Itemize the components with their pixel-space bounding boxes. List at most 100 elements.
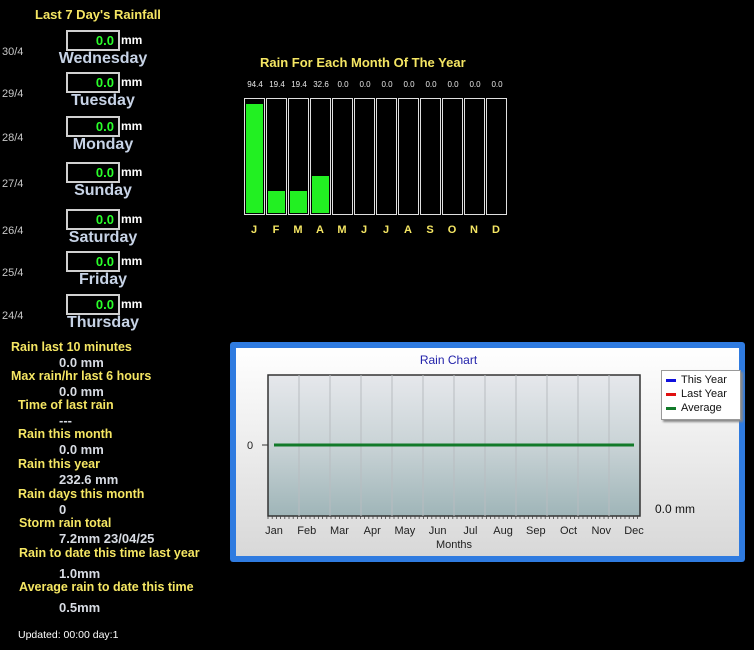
rain-chart-background: Rain Chart Jan Feb Mar Apr May Jun Jul Aug Sep Oc… bbox=[236, 348, 741, 556]
month-bar-value-label: 19.4 bbox=[291, 80, 307, 89]
stat-value: 0.0 mm bbox=[59, 442, 104, 457]
month-bar-value-label: 0.0 bbox=[425, 80, 437, 89]
legend-entry: This Year bbox=[666, 374, 727, 387]
day-name: Saturday bbox=[68, 229, 138, 246]
day-name: Sunday bbox=[74, 182, 132, 199]
day-name: Tuesday bbox=[71, 92, 135, 109]
weekly-title: Last 7 Day's Rainfall bbox=[35, 7, 161, 22]
x-tick-label: May bbox=[395, 525, 416, 537]
month-letter: M bbox=[293, 224, 303, 236]
stat-label: Rain days this month bbox=[18, 487, 145, 501]
day-rain-unit: mm bbox=[121, 254, 143, 268]
month-letter: A bbox=[316, 224, 324, 236]
month-letter: N bbox=[470, 224, 478, 236]
stat-label: Max rain/hr last 6 hours bbox=[11, 369, 152, 383]
day-rain-unit: mm bbox=[121, 212, 143, 226]
day-date: 24/4 bbox=[2, 310, 24, 322]
stat-label: Rain last 10 minutes bbox=[11, 340, 132, 354]
day-rain-value: 0.0 bbox=[66, 72, 120, 93]
day-rain-value: 0.0 bbox=[66, 116, 120, 137]
stat-value: 232.6 mm bbox=[59, 472, 119, 487]
day-rain-value: 0.0 bbox=[66, 30, 120, 51]
legend-swatch bbox=[666, 406, 676, 410]
month-letter: S bbox=[426, 224, 434, 236]
x-tick-label: Oct bbox=[560, 525, 577, 537]
day-rain-value: 0.0 bbox=[66, 209, 120, 230]
legend-entry: Last Year bbox=[666, 388, 727, 401]
stat-label: Rain this month bbox=[18, 427, 113, 441]
legend-swatch bbox=[666, 378, 676, 382]
day-date: 25/4 bbox=[2, 267, 24, 279]
month-bar-frame bbox=[288, 98, 309, 215]
legend-label: Average bbox=[681, 402, 722, 414]
month-bar-value-label: 0.0 bbox=[403, 80, 415, 89]
month-bar-value-label: 0.0 bbox=[447, 80, 459, 89]
month-letter: M bbox=[337, 224, 347, 236]
day-name: Wednesday bbox=[58, 50, 148, 67]
month-bar-value-label: 19.4 bbox=[269, 80, 285, 89]
day-date: 29/4 bbox=[2, 88, 24, 100]
month-letter: O bbox=[447, 224, 457, 236]
month-bar-value-label: 32.6 bbox=[313, 80, 329, 89]
x-tick-label: Mar bbox=[330, 525, 349, 537]
stat-value: 0.5mm bbox=[59, 600, 101, 615]
month-bar-value-label: 0.0 bbox=[337, 80, 349, 89]
day-name: Thursday bbox=[66, 314, 139, 331]
day-rain-unit: mm bbox=[121, 297, 143, 311]
day-name: Friday bbox=[78, 271, 127, 288]
day-rain-unit: mm bbox=[121, 33, 143, 47]
month-bar-value-label: 0.0 bbox=[491, 80, 503, 89]
month-bar-frame bbox=[332, 98, 353, 215]
legend-label: This Year bbox=[681, 374, 727, 386]
month-bar-frame bbox=[464, 98, 485, 215]
stat-value: 0 bbox=[59, 502, 67, 517]
month-bar-value-label: 0.0 bbox=[381, 80, 393, 89]
month-letter: F bbox=[272, 224, 280, 236]
day-rain-value: 0.0 bbox=[66, 294, 120, 315]
x-tick-label: Nov bbox=[591, 525, 611, 537]
day-rain-unit: mm bbox=[121, 119, 143, 133]
stat-label: Rain this year bbox=[18, 457, 100, 471]
stat-value: --- bbox=[59, 413, 72, 428]
month-bar-frame bbox=[244, 98, 265, 215]
legend-label: Last Year bbox=[681, 388, 727, 400]
day-rain-value: 0.0 bbox=[66, 162, 120, 183]
month-letter: J bbox=[382, 224, 390, 236]
stat-label: Storm rain total bbox=[19, 516, 112, 530]
day-rain-value: 0.0 bbox=[66, 251, 120, 272]
rain-chart-current-value: 0.0 mm bbox=[655, 502, 696, 516]
stat-label: Time of last rain bbox=[18, 398, 114, 412]
month-bar-frame bbox=[420, 98, 441, 215]
updated-text: Updated: 00:00 day:1 bbox=[18, 629, 119, 641]
month-letter: J bbox=[250, 224, 258, 236]
month-bar bbox=[290, 191, 307, 213]
month-bar bbox=[246, 104, 263, 213]
day-date: 26/4 bbox=[2, 225, 24, 237]
stat-value: 1.0mm bbox=[59, 566, 101, 581]
month-bar bbox=[312, 176, 329, 213]
rain-chart-legend: This Year Last Year Average bbox=[661, 370, 741, 420]
month-bar-value-label: 94.4 bbox=[247, 80, 263, 89]
day-rain-unit: mm bbox=[121, 75, 143, 89]
day-date: 28/4 bbox=[2, 132, 24, 144]
x-tick-label: Feb bbox=[297, 525, 316, 537]
month-bar-frame bbox=[266, 98, 287, 215]
month-bar bbox=[268, 191, 285, 213]
legend-swatch bbox=[666, 392, 676, 396]
month-bar-frame bbox=[398, 98, 419, 215]
x-tick-label: Aug bbox=[493, 525, 513, 537]
month-bar-value-label: 0.0 bbox=[359, 80, 371, 89]
stat-value: 7.2mm 23/04/25 bbox=[59, 531, 155, 546]
rain-chart-panel: Rain Chart Jan Feb Mar Apr May Jun Jul Aug Sep Oc… bbox=[230, 342, 745, 562]
monthly-chart-title: Rain For Each Month Of The Year bbox=[260, 55, 466, 70]
month-bar-frame bbox=[486, 98, 507, 215]
x-tick-label: Jun bbox=[429, 525, 447, 537]
month-letter: D bbox=[492, 224, 500, 236]
stat-label: Average rain to date this time bbox=[19, 580, 194, 594]
month-bar-frame bbox=[442, 98, 463, 215]
month-bar-frame bbox=[310, 98, 331, 215]
y-tick-label: 0 bbox=[247, 440, 253, 452]
x-tick-label: Sep bbox=[526, 525, 546, 537]
month-letter: A bbox=[404, 224, 412, 236]
x-tick-label: Dec bbox=[624, 525, 644, 537]
